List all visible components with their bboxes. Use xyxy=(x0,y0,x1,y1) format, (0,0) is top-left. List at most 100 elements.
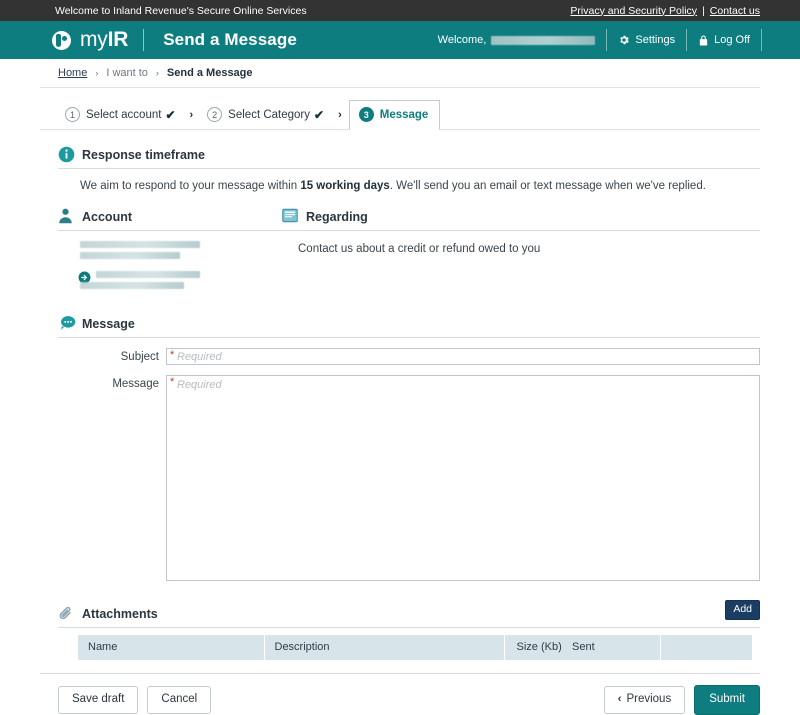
contact-us-link[interactable]: Contact us xyxy=(710,5,760,17)
previous-label: Previous xyxy=(626,693,672,705)
section-title: Message xyxy=(82,317,135,332)
column-header-name[interactable]: Name xyxy=(78,635,265,660)
section-title: Response timeframe xyxy=(82,148,205,163)
account-list-item-selected[interactable] xyxy=(78,271,282,289)
footer-left-buttons: Save draft Cancel xyxy=(58,686,212,714)
link-separator: | xyxy=(702,4,705,17)
section-divider xyxy=(58,627,760,628)
regarding-section: Regarding Contact us about a credit or r… xyxy=(282,208,760,295)
step-message[interactable]: 3 Message xyxy=(348,100,441,130)
subject-field-row: Subject * Required xyxy=(40,348,760,365)
column-header-description[interactable]: Description xyxy=(264,635,505,660)
breadcrumb-chevron-icon: › xyxy=(155,68,159,78)
brand-left-group: myIR Send a Message xyxy=(52,28,297,52)
message-label: Message xyxy=(112,378,159,390)
subject-input[interactable]: * Required xyxy=(166,348,760,365)
message-heading: Message xyxy=(40,315,760,332)
brand-header: myIR Send a Message Welcome, Settings Lo… xyxy=(0,21,800,59)
column-header-sent[interactable]: Sent xyxy=(570,635,661,660)
breadcrumb-home[interactable]: Home xyxy=(58,67,87,79)
attachments-table: Name Description Size (Kb) Sent xyxy=(78,635,752,660)
response-timeframe-heading: Response timeframe xyxy=(40,146,760,163)
message-field-row: Message * Required xyxy=(40,375,760,581)
account-name-redacted xyxy=(80,241,200,248)
account-section: Account xyxy=(40,208,282,295)
breadcrumb-current: Send a Message xyxy=(166,67,253,79)
paperclip-icon xyxy=(58,605,75,622)
timeframe-text-after: . We'll send you an email or text messag… xyxy=(389,180,706,192)
message-placeholder: Required xyxy=(177,379,222,391)
privacy-policy-link[interactable]: Privacy and Security Policy xyxy=(570,5,697,17)
account-heading: Account xyxy=(40,208,282,225)
top-utility-bar: Welcome to Inland Revenue's Secure Onlin… xyxy=(0,0,800,21)
response-timeframe-text: We aim to respond to your message within… xyxy=(40,169,760,192)
gear-icon xyxy=(618,34,630,46)
account-name-redacted xyxy=(96,271,200,278)
info-circle-icon xyxy=(58,146,75,163)
check-icon: ✔ xyxy=(314,107,325,122)
settings-label: Settings xyxy=(635,34,676,46)
secure-services-welcome-text: Welcome to Inland Revenue's Secure Onlin… xyxy=(55,4,307,17)
chevron-left-icon: ‹ xyxy=(617,693,622,706)
step-select-account[interactable]: 1 Select account ✔ xyxy=(58,102,183,127)
attachments-table-header-row: Name Description Size (Kb) Sent xyxy=(78,635,752,660)
step-number: 3 xyxy=(358,107,374,122)
wizard-stepper: 1 Select account ✔ › 2 Select Category ✔… xyxy=(58,100,760,130)
section-title: Regarding xyxy=(306,210,368,225)
document-icon xyxy=(282,208,299,225)
myir-circle-logo-icon[interactable] xyxy=(52,30,71,50)
step-number: 2 xyxy=(207,107,223,122)
cancel-button[interactable]: Cancel xyxy=(147,686,212,714)
username-redacted xyxy=(491,35,596,45)
column-header-size[interactable]: Size (Kb) xyxy=(504,635,570,660)
logoff-button[interactable]: Log Off xyxy=(687,29,762,51)
regarding-value: Contact us about a credit or refund owed… xyxy=(298,243,541,255)
step-label: Message xyxy=(379,108,429,121)
wizard-stepper-container: 1 Select account ✔ › 2 Select Category ✔… xyxy=(40,88,760,130)
previous-button[interactable]: ‹ Previous xyxy=(603,686,686,714)
brand-divider xyxy=(143,29,145,51)
required-asterisk: * xyxy=(170,349,175,361)
save-draft-button[interactable]: Save draft xyxy=(58,686,139,714)
step-label: Select Category xyxy=(228,108,310,121)
settings-button[interactable]: Settings xyxy=(607,29,688,51)
welcome-label: Welcome, xyxy=(437,34,487,46)
top-utility-links: Privacy and Security Policy | Contact us xyxy=(570,5,760,17)
account-list-item[interactable] xyxy=(80,241,282,259)
brand-right-group: Welcome, Settings Log Off xyxy=(427,29,762,51)
regarding-heading: Regarding xyxy=(282,208,760,225)
step-separator-icon: › xyxy=(338,108,342,121)
footer-right-buttons: ‹ Previous Submit xyxy=(603,685,760,715)
account-detail-redacted xyxy=(80,282,184,289)
lock-icon xyxy=(698,34,709,47)
check-icon: ✔ xyxy=(165,107,176,122)
welcome-user-cell: Welcome, xyxy=(427,29,608,51)
account-detail-redacted xyxy=(80,252,180,259)
logo-text-light: my xyxy=(80,28,108,51)
form-footer: Save draft Cancel ‹ Previous Submit xyxy=(40,673,760,715)
myir-wordmark[interactable]: myIR xyxy=(80,28,128,52)
page-title: Send a Message xyxy=(163,30,297,49)
required-asterisk: * xyxy=(170,376,175,388)
breadcrumb: Home › I want to › Send a Message xyxy=(40,59,760,88)
chat-bubble-icon xyxy=(58,315,76,332)
section-title: Account xyxy=(82,210,132,225)
section-divider xyxy=(58,337,760,338)
breadcrumb-i-want-to[interactable]: I want to xyxy=(106,67,148,79)
column-header-actions xyxy=(660,635,752,660)
response-timeframe-section: Response timeframe We aim to respond to … xyxy=(40,146,760,192)
add-attachment-button[interactable]: Add xyxy=(725,600,760,620)
account-regarding-row: Account Regarding Contact us about a cre… xyxy=(40,208,760,295)
logo-text-bold: IR xyxy=(107,28,129,51)
message-textarea[interactable]: * Required xyxy=(166,375,760,581)
subject-placeholder: Required xyxy=(177,351,222,363)
timeframe-text-before: We aim to respond to your message within xyxy=(80,180,301,192)
step-separator-icon: › xyxy=(189,108,194,121)
submit-button[interactable]: Submit xyxy=(694,685,760,715)
step-label: Select account xyxy=(86,108,162,121)
attachments-section: Attachments Add Name Description Size (K… xyxy=(40,600,760,660)
attachments-heading: Attachments xyxy=(40,605,760,622)
step-select-category[interactable]: 2 Select Category ✔ xyxy=(200,102,331,127)
account-list xyxy=(40,231,282,289)
step-number: 1 xyxy=(65,107,80,122)
